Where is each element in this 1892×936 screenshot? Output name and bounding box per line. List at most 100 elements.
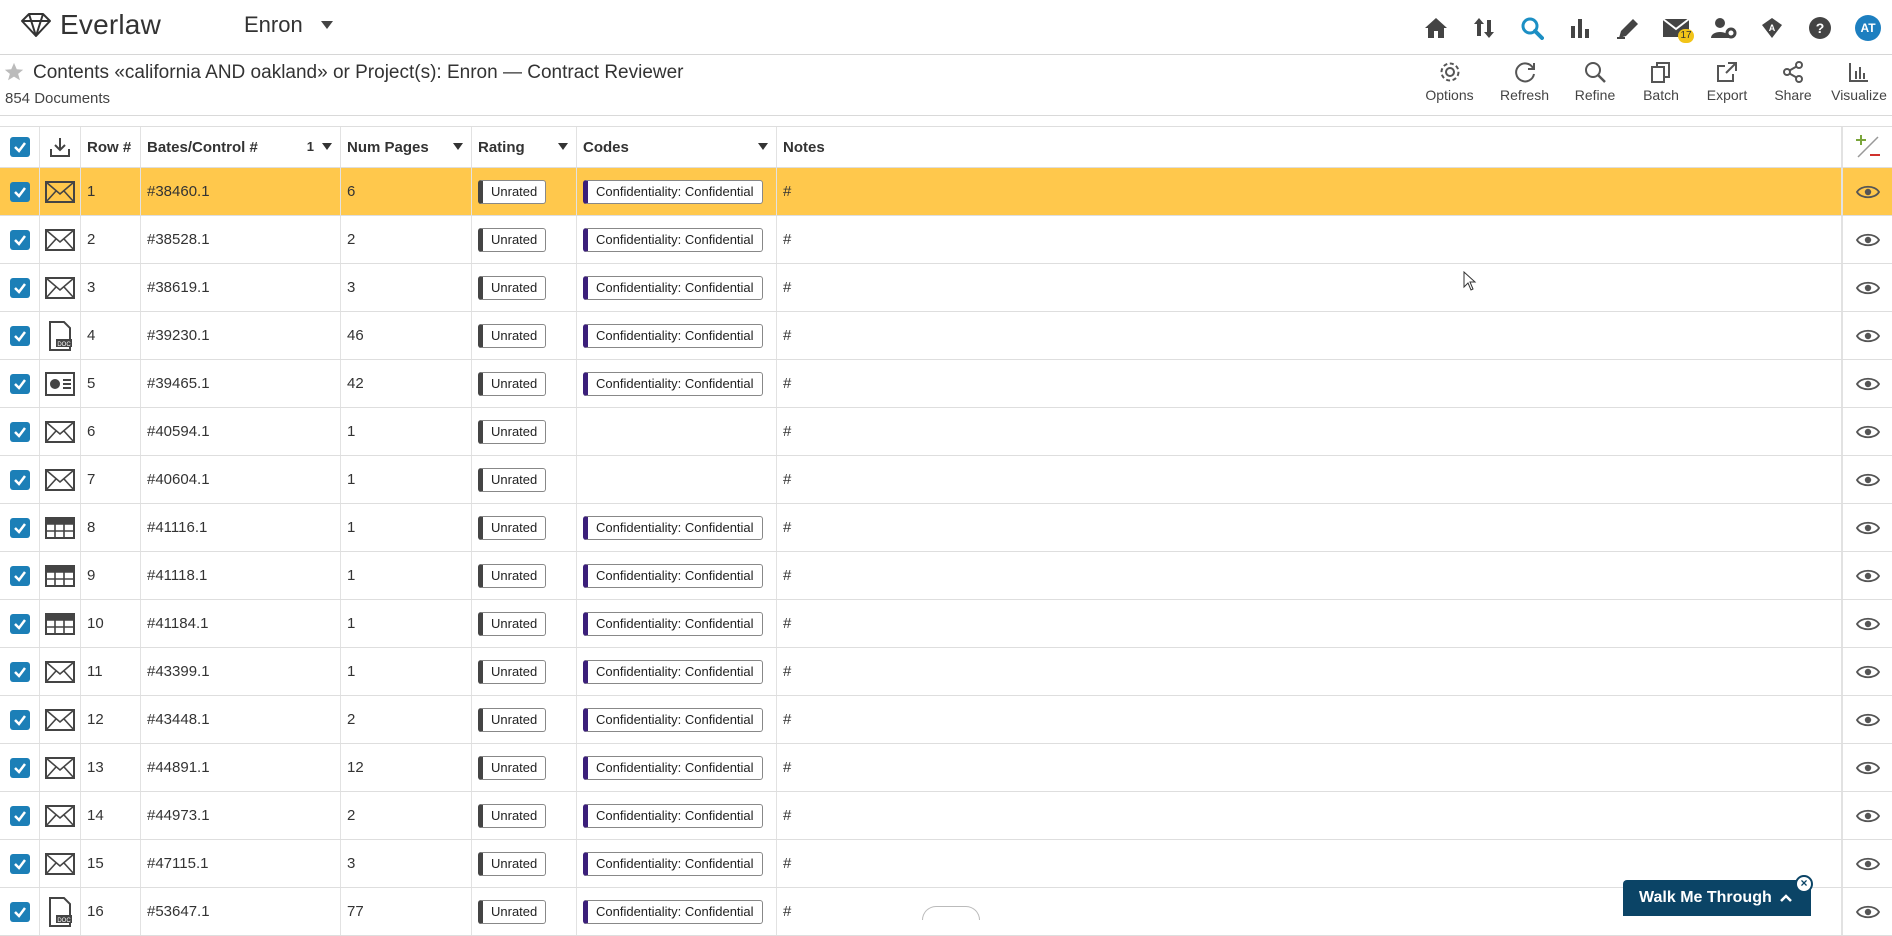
rating-pill[interactable]: Unrated — [478, 707, 547, 732]
bates-cell[interactable]: #44973.1 — [141, 792, 341, 839]
rating-pill[interactable]: Unrated — [478, 227, 547, 252]
eye-icon[interactable] — [1855, 712, 1880, 728]
row-checkbox[interactable] — [9, 181, 30, 202]
options-button[interactable]: Options — [1412, 60, 1487, 114]
table-row[interactable]: 13 #44891.1 12 Unrated Confidentiality: Conf… — [0, 744, 1892, 792]
notes-cell[interactable]: # — [777, 456, 1842, 503]
everlaw-logo[interactable]: Everlaw — [20, 9, 161, 41]
table-row[interactable]: 12 #43448.1 2 Unrated Confidentiality: Confi… — [0, 696, 1892, 744]
row-number-header[interactable]: Row # — [81, 127, 141, 167]
eye-icon[interactable] — [1855, 328, 1880, 344]
bates-cell[interactable]: #53647.1 — [141, 888, 341, 935]
eye-icon[interactable] — [1855, 280, 1880, 296]
code-pill[interactable]: Confidentiality: Confidential — [583, 371, 763, 396]
notes-cell[interactable]: # — [777, 552, 1842, 599]
bates-cell[interactable]: #44891.1 — [141, 744, 341, 791]
code-pill[interactable]: Confidentiality: Confidential — [583, 275, 763, 300]
share-button[interactable]: Share — [1760, 60, 1826, 114]
rating-pill[interactable]: Unrated — [478, 659, 547, 684]
rating-pill[interactable]: Unrated — [478, 899, 547, 924]
messages-icon[interactable]: 17 — [1652, 4, 1700, 52]
bar-chart-icon[interactable] — [1556, 4, 1604, 52]
notes-cell[interactable]: # — [777, 648, 1842, 695]
rating-pill[interactable]: Unrated — [478, 419, 547, 444]
document-type-cell[interactable] — [40, 600, 81, 647]
row-checkbox[interactable] — [9, 229, 30, 250]
document-type-cell[interactable] — [40, 840, 81, 887]
refresh-button[interactable]: Refresh — [1487, 60, 1562, 114]
rating-pill[interactable]: Unrated — [478, 611, 547, 636]
notes-header[interactable]: Notes — [777, 127, 1842, 167]
code-pill[interactable]: Confidentiality: Confidential — [583, 851, 763, 876]
select-all-checkbox[interactable] — [9, 137, 30, 157]
code-pill[interactable]: Confidentiality: Confidential — [583, 707, 763, 732]
bates-cell[interactable]: #41118.1 — [141, 552, 341, 599]
upload-download-icon[interactable] — [1460, 4, 1508, 52]
rating-pill[interactable]: Unrated — [478, 323, 547, 348]
project-selector[interactable]: Enron — [244, 12, 333, 38]
code-pill[interactable]: Confidentiality: Confidential — [583, 803, 763, 828]
bates-header[interactable]: Bates/Control # 1 — [141, 127, 341, 167]
pen-icon[interactable] — [1604, 4, 1652, 52]
table-row[interactable]: 8 #41116.1 1 Unrated Confidentiality: Confid… — [0, 504, 1892, 552]
rating-pill[interactable]: Unrated — [478, 467, 547, 492]
notes-cell[interactable]: # — [777, 600, 1842, 647]
document-type-cell[interactable] — [40, 216, 81, 263]
row-checkbox[interactable] — [9, 277, 30, 298]
code-pill[interactable]: Confidentiality: Confidential — [583, 755, 763, 780]
notes-cell[interactable]: # — [777, 360, 1842, 407]
code-pill[interactable]: Confidentiality: Confidential — [583, 227, 763, 252]
eye-icon[interactable] — [1855, 568, 1880, 584]
help-icon[interactable]: ? — [1796, 4, 1844, 52]
bates-cell[interactable]: #38460.1 — [141, 168, 341, 215]
bates-cell[interactable]: #39230.1 — [141, 312, 341, 359]
table-row[interactable]: 3 #38619.1 3 Unrated Confidentiality: Confid… — [0, 264, 1892, 312]
table-row[interactable]: 7 #40604.1 1 Unrated # — [0, 456, 1892, 504]
notes-cell[interactable]: # — [777, 744, 1842, 791]
table-row[interactable]: 15 #47115.1 3 Unrated Confidentiality: Confi… — [0, 840, 1892, 888]
rating-pill[interactable]: Unrated — [478, 755, 547, 780]
row-checkbox[interactable] — [9, 469, 30, 490]
document-type-cell[interactable]: DOC — [40, 312, 81, 359]
notes-cell[interactable]: # — [777, 216, 1842, 263]
notes-cell[interactable]: # — [777, 168, 1842, 215]
rating-pill[interactable]: Unrated — [478, 851, 547, 876]
table-row[interactable]: 14 #44973.1 2 Unrated Confidentiality: Confi… — [0, 792, 1892, 840]
notes-cell[interactable]: # — [777, 312, 1842, 359]
document-type-cell[interactable] — [40, 552, 81, 599]
eye-icon[interactable] — [1855, 760, 1880, 776]
document-type-cell[interactable]: DOC — [40, 888, 81, 935]
eye-icon[interactable] — [1855, 424, 1880, 440]
row-checkbox[interactable] — [9, 517, 30, 538]
document-type-cell[interactable] — [40, 264, 81, 311]
eye-icon[interactable] — [1855, 904, 1880, 920]
add-remove-columns-icon[interactable] — [1854, 133, 1882, 161]
code-pill[interactable]: Confidentiality: Confidential — [583, 563, 763, 588]
row-checkbox[interactable] — [9, 661, 30, 682]
row-checkbox[interactable] — [9, 373, 30, 394]
visualize-button[interactable]: Visualize — [1826, 60, 1892, 114]
rating-pill[interactable]: Unrated — [478, 563, 547, 588]
chevron-down-icon[interactable] — [322, 143, 332, 150]
notes-cell[interactable]: # — [777, 504, 1842, 551]
table-row[interactable]: 10 #41184.1 1 Unrated Confidentiality: Confi… — [0, 600, 1892, 648]
table-row[interactable]: 6 #40594.1 1 Unrated # — [0, 408, 1892, 456]
refine-button[interactable]: Refine — [1562, 60, 1628, 114]
bates-cell[interactable]: #38619.1 — [141, 264, 341, 311]
bates-cell[interactable]: #40594.1 — [141, 408, 341, 455]
document-type-cell[interactable] — [40, 504, 81, 551]
bates-cell[interactable]: #47115.1 — [141, 840, 341, 887]
notes-cell[interactable]: # — [777, 264, 1842, 311]
rating-pill[interactable]: Unrated — [478, 803, 547, 828]
codes-header[interactable]: Codes — [577, 127, 777, 167]
bates-cell[interactable]: #43399.1 — [141, 648, 341, 695]
document-type-cell[interactable] — [40, 408, 81, 455]
export-button[interactable]: Export — [1694, 60, 1760, 114]
table-row[interactable]: 2 #38528.1 2 Unrated Confidentiality: Confid… — [0, 216, 1892, 264]
document-type-cell[interactable] — [40, 696, 81, 743]
chevron-down-icon[interactable] — [453, 143, 463, 150]
bates-cell[interactable]: #38528.1 — [141, 216, 341, 263]
eye-icon[interactable] — [1855, 808, 1880, 824]
eye-icon[interactable] — [1855, 232, 1880, 248]
row-checkbox[interactable] — [9, 565, 30, 586]
